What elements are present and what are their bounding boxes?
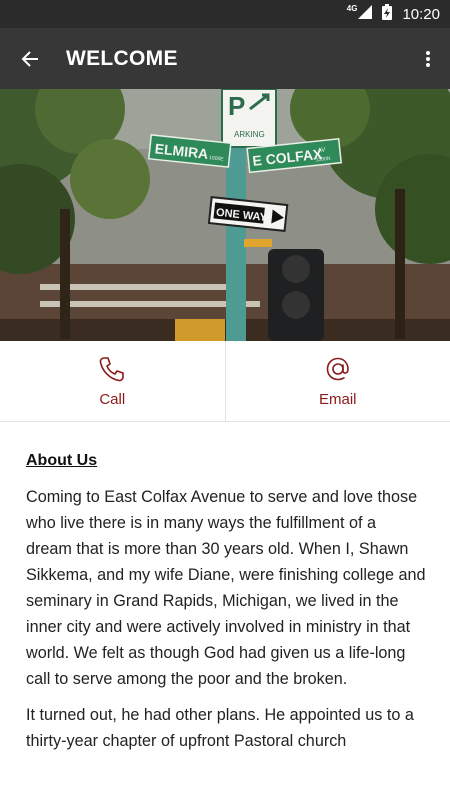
section-title: About Us — [26, 452, 98, 469]
email-label: Email — [318, 390, 357, 408]
battery-charging-icon — [382, 4, 393, 24]
about-section: About Us Coming to East Colfax Avenue to… — [26, 452, 426, 764]
status-bar: 4G 10:20 — [0, 0, 450, 28]
parking-sign-text: ARKING — [234, 130, 265, 139]
signal-icon — [358, 5, 373, 23]
page-title: WELCOME — [66, 46, 178, 70]
about-paragraph: It turned out, he had other plans. He ap… — [26, 706, 414, 750]
parking-sign-letter: P — [228, 91, 245, 121]
overflow-menu-button[interactable] — [406, 28, 450, 89]
network-type: 4G — [346, 3, 358, 13]
email-button[interactable]: Email — [224, 341, 450, 421]
contact-actions: Call Email — [0, 341, 450, 422]
clock: 10:20 — [402, 5, 440, 23]
more-vert-icon — [426, 50, 430, 67]
street-sign-colfax-suffix: AV — [318, 147, 326, 154]
arrow-back-icon — [21, 50, 38, 67]
phone-icon — [99, 356, 125, 381]
call-label: Call — [99, 390, 126, 408]
app-bar: WELCOME — [0, 28, 450, 89]
at-icon — [326, 357, 349, 380]
hero-image: P ARKING ELMIRA 1500E E COLFAX AV 1500N … — [0, 89, 450, 341]
back-button[interactable] — [0, 28, 60, 89]
call-button[interactable]: Call — [0, 341, 225, 421]
about-paragraph: Coming to East Colfax Avenue to serve an… — [26, 488, 426, 688]
